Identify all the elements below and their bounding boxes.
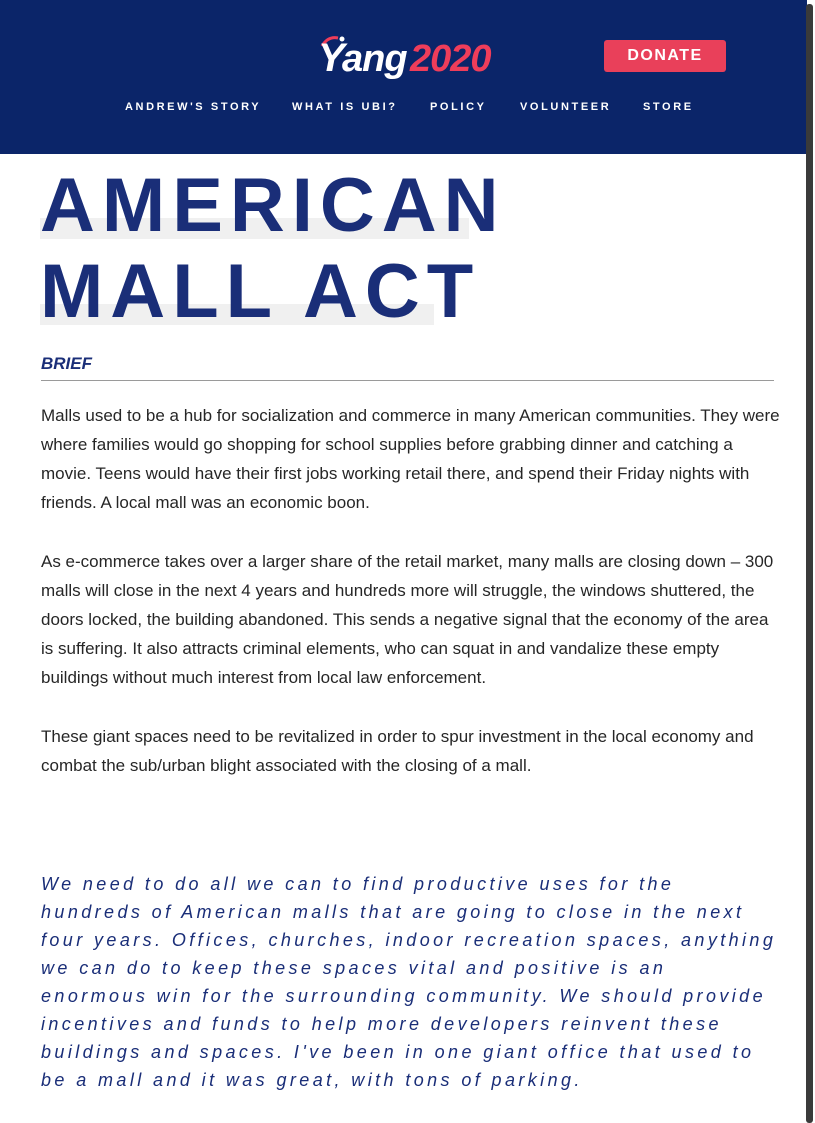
nav-policy[interactable]: POLICY: [430, 101, 487, 113]
donate-button[interactable]: DONATE: [604, 40, 726, 72]
logo-name: ang: [342, 38, 408, 80]
page-title-line-1: AMERICAN: [40, 163, 506, 248]
nav-volunteer[interactable]: VOLUNTEER: [520, 101, 611, 113]
body-paragraph-3: These giant spaces need to be revitalize…: [41, 727, 754, 775]
scrollbar[interactable]: [806, 4, 813, 1123]
body-paragraph-2: As e-commerce takes over a larger share …: [41, 552, 774, 687]
nav-store[interactable]: STORE: [643, 101, 694, 113]
body-paragraph-1: Malls used to be a hub for socialization…: [41, 406, 780, 512]
pull-quote: We need to do all we can to find product…: [41, 874, 777, 1090]
nav-andrews-story[interactable]: ANDREW'S STORY: [125, 101, 261, 113]
logo-letter-y: Y: [318, 36, 345, 80]
main-nav: ANDREW'S STORY WHAT IS UBI? POLICY VOLUN…: [0, 101, 807, 115]
nav-what-is-ubi[interactable]: WHAT IS UBI?: [292, 101, 398, 113]
section-divider: [41, 380, 774, 381]
section-label: BRIEF: [41, 354, 92, 373]
yang2020-logo[interactable]: Y ang 2020: [318, 34, 498, 80]
page-title-line-2: MALL ACT: [40, 249, 481, 334]
site-header: Y ang 2020 DONATE ANDREW'S STORY WHAT IS…: [0, 0, 807, 154]
logo-year: 2020: [410, 38, 492, 80]
